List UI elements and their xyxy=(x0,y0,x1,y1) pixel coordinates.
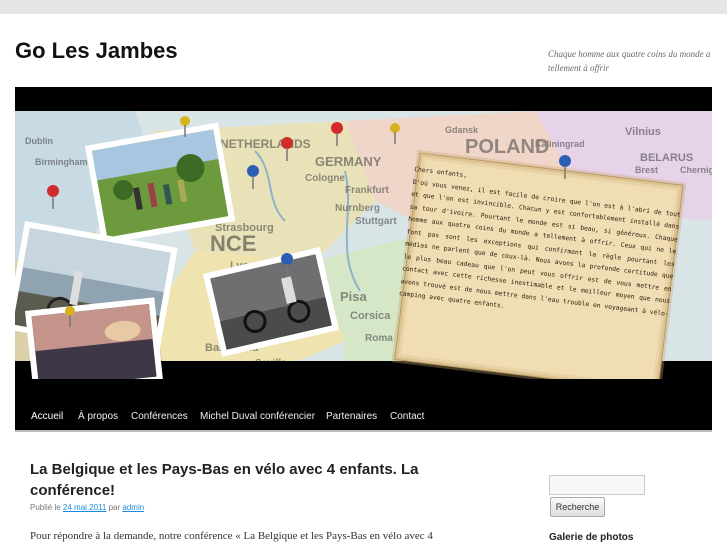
svg-text:Kaliningrad: Kaliningrad xyxy=(535,139,585,149)
svg-text:Pisa: Pisa xyxy=(340,289,368,304)
search-input[interactable] xyxy=(549,475,645,495)
search-button[interactable]: Recherche xyxy=(550,497,605,517)
nav-item-contact[interactable]: Contact xyxy=(390,411,424,422)
post-meta: Publié le 24 mai 2011 par admin xyxy=(30,503,144,512)
page: Go Les Jambes Chaque homme aux quatre co… xyxy=(0,14,727,545)
svg-text:Stuttgart: Stuttgart xyxy=(355,216,397,227)
svg-text:Chernig: Chernig xyxy=(680,165,712,175)
nav-item-partenaires[interactable]: Partenaires xyxy=(326,411,377,422)
post-author-link[interactable]: admin xyxy=(122,503,144,512)
header-bar xyxy=(15,87,712,111)
svg-text:Frankfurt: Frankfurt xyxy=(345,185,390,196)
post-date-link[interactable]: 24 mai 2011 xyxy=(63,503,106,512)
nav-item-michel-duval[interactable]: Michel Duval conférencier xyxy=(200,411,315,422)
svg-text:Birmingham: Birmingham xyxy=(35,157,88,167)
widget-title-photo-gallery: Galerie de photos xyxy=(549,532,634,543)
site-description: Chaque homme aux quatre coins du monde a… xyxy=(548,49,711,73)
post-excerpt: Pour répondre à la demande, notre confér… xyxy=(30,530,433,542)
main-navigation: Accueil À propos Conférences Michel Duva… xyxy=(15,379,712,430)
svg-text:Corsica: Corsica xyxy=(350,310,391,322)
svg-text:Dublin: Dublin xyxy=(25,136,53,146)
site-title[interactable]: Go Les Jambes xyxy=(15,38,178,64)
svg-text:Cologne: Cologne xyxy=(305,173,345,184)
svg-text:NCE: NCE xyxy=(210,231,256,256)
svg-text:NETHERLANDS: NETHERLANDS xyxy=(220,137,311,151)
svg-text:Vilnius: Vilnius xyxy=(625,126,661,138)
meta-by: par xyxy=(108,503,121,512)
svg-text:Gdansk: Gdansk xyxy=(445,125,479,135)
meta-prefix: Publié le xyxy=(30,503,61,512)
post-title[interactable]: La Belgique et les Pays-Bas en vélo avec… xyxy=(30,459,500,501)
svg-text:Brest: Brest xyxy=(635,165,658,175)
svg-text:Nurnberg: Nurnberg xyxy=(335,203,380,214)
divider xyxy=(15,430,712,432)
svg-text:GERMANY: GERMANY xyxy=(315,154,382,169)
svg-text:Roma: Roma xyxy=(365,333,393,344)
nav-item-a-propos[interactable]: À propos xyxy=(78,411,118,422)
nav-item-accueil[interactable]: Accueil xyxy=(31,411,63,422)
nav-item-conferences[interactable]: Conférences xyxy=(131,411,188,422)
svg-text:BELARUS: BELARUS xyxy=(640,152,693,164)
